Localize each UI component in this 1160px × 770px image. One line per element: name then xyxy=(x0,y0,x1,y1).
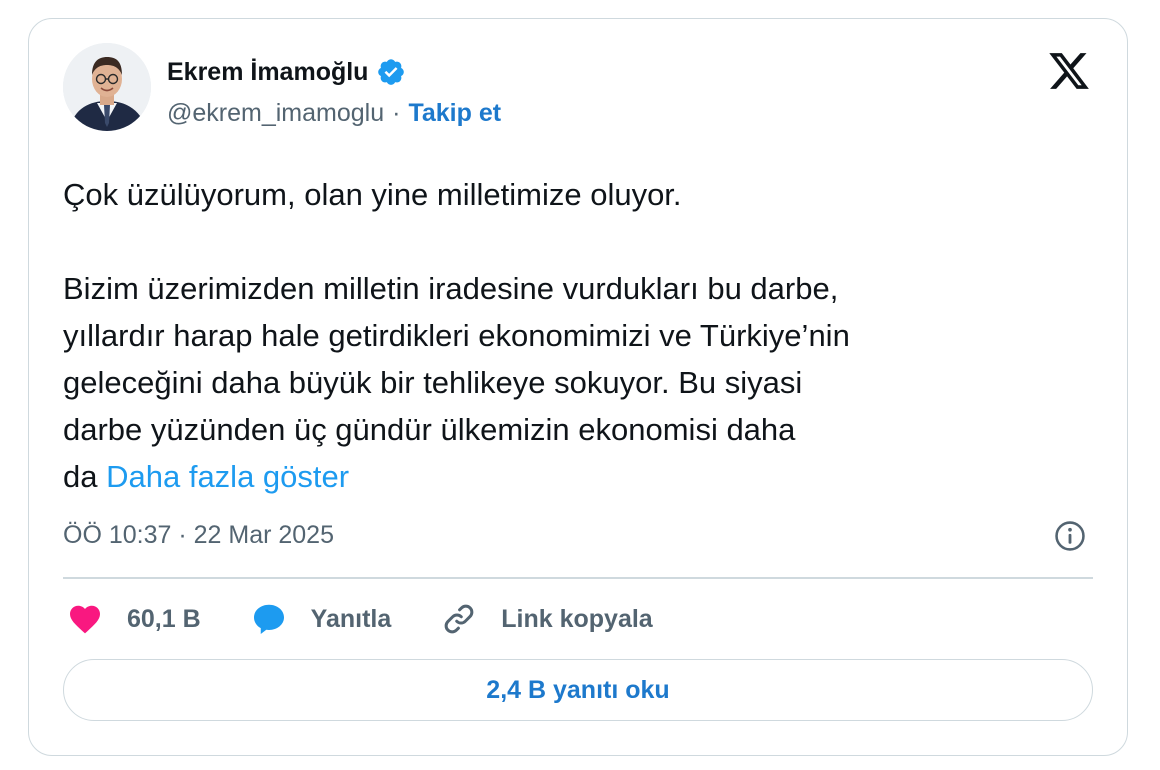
action-bar: 60,1 B Yanıtla Link kopyala xyxy=(67,599,703,639)
follow-button[interactable]: Takip et xyxy=(408,99,501,128)
separator-dot: · xyxy=(392,99,401,127)
tweet-text: Çok üzülüyorum, olan yine milletimize ol… xyxy=(63,171,1083,500)
author-name[interactable]: Ekrem İmamoğlu xyxy=(167,58,368,87)
tweet-line-2: yıllardır harap hale getirdikleri ekonom… xyxy=(63,318,850,353)
reply-bubble-icon xyxy=(253,604,284,634)
tweet-card: Ekrem İmamoğlu @ekrem_imamoglu · Takip e… xyxy=(28,18,1128,756)
link-icon xyxy=(444,604,474,634)
tweet-line-5: da Daha fazla göster xyxy=(63,453,1083,500)
verified-badge-icon xyxy=(376,57,406,87)
x-logo-icon[interactable] xyxy=(1047,49,1091,93)
read-replies-button[interactable]: 2,4 B yanıtı oku xyxy=(63,659,1093,721)
reply-button[interactable]: Yanıtla xyxy=(251,601,392,637)
tweet-paragraph-1: Çok üzülüyorum, olan yine milletimize ol… xyxy=(63,177,682,212)
copy-link-label: Link kopyala xyxy=(501,604,653,633)
reply-label: Yanıtla xyxy=(310,604,392,633)
divider xyxy=(63,577,1093,579)
author-handle[interactable]: @ekrem_imamoglu xyxy=(167,99,384,128)
tweet-last-word: da xyxy=(63,459,98,494)
like-button[interactable]: 60,1 B xyxy=(67,601,201,637)
info-icon[interactable] xyxy=(1053,519,1087,553)
handle-row: @ekrem_imamoglu · Takip et xyxy=(167,99,501,128)
author-name-row: Ekrem İmamoğlu xyxy=(167,57,406,87)
avatar[interactable] xyxy=(63,43,151,131)
show-more-link[interactable]: Daha fazla göster xyxy=(106,459,349,494)
tweet-line-3: geleceğini daha büyük bir tehlikeye soku… xyxy=(63,365,803,400)
tweet-timestamp[interactable]: ÖÖ 10:37 · 22 Mar 2025 xyxy=(63,521,334,550)
like-count: 60,1 B xyxy=(127,604,201,633)
tweet-line-4: darbe yüzünden üç gündür ülkemizin ekono… xyxy=(63,412,796,447)
tweet-line-1: Bizim üzerimizden milletin iradesine vur… xyxy=(63,271,839,306)
copy-link-button[interactable]: Link kopyala xyxy=(441,601,653,637)
heart-icon xyxy=(70,605,100,634)
avatar-image xyxy=(63,43,151,131)
